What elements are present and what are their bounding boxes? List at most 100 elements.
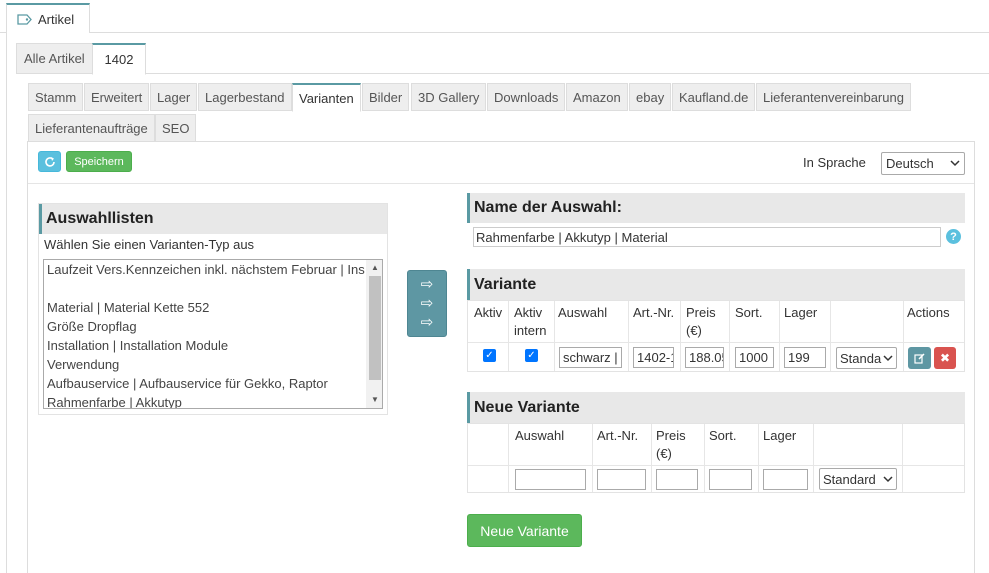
list-item[interactable]: Material | Material Kette 552 — [44, 298, 366, 317]
new-lager-input[interactable] — [763, 469, 808, 490]
column-header-auswahl: Auswahl — [558, 305, 608, 320]
variante-table: Aktiv Aktiv intern Auswahl Art.-Nr. Prei… — [467, 300, 965, 372]
tab-1402[interactable]: 1402 — [92, 43, 146, 75]
aktiv-checkbox[interactable]: ✓ — [483, 349, 496, 362]
tab-label: Downloads — [494, 89, 559, 105]
tab-label: ebay — [636, 89, 665, 105]
column-header-auswahl: Auswahl — [515, 428, 565, 443]
lager-input[interactable]: 199 — [784, 347, 826, 368]
tab-label: Varianten — [299, 90, 354, 106]
column-header-lager: Lager — [784, 305, 818, 320]
refresh-icon — [44, 156, 55, 167]
add-variant-button[interactable]: Neue Variante — [467, 514, 582, 547]
module-left-border — [6, 32, 7, 573]
list-item[interactable]: Laufzeit Vers.Kennzeichen inkl. nächstem… — [44, 260, 366, 279]
column-header-lager: Lager — [763, 428, 797, 443]
arrow-right-icon: ⇨ — [420, 295, 434, 312]
tab-lager[interactable]: Lager — [150, 83, 198, 111]
listbox-scrollbar[interactable]: ▲ ▼ — [366, 260, 382, 408]
tab-kaufland[interactable]: Kaufland.de — [672, 83, 756, 111]
help-icon[interactable]: ? — [946, 229, 961, 244]
column-header-aktiv-intern-2: intern — [514, 323, 547, 338]
list-item[interactable]: Installation | Installation Module — [44, 336, 366, 355]
refresh-button[interactable] — [38, 151, 61, 172]
tab-stamm[interactable]: Stamm — [28, 83, 84, 111]
close-icon: ✖ — [939, 351, 951, 365]
column-header-preis-1: Preis — [686, 305, 716, 320]
column-header-aktiv: Aktiv — [474, 305, 503, 320]
auswahllisten-subtitle: Wählen Sie einen Varianten-Typ aus — [44, 237, 255, 252]
tab-3d-gallery[interactable]: 3D Gallery — [411, 83, 487, 111]
tab-lagerbestand[interactable]: Lagerbestand — [198, 83, 292, 111]
tab-label: 3D Gallery — [418, 89, 480, 105]
tab-label: Alle Artikel — [24, 51, 85, 66]
tab-amazon[interactable]: Amazon — [566, 83, 628, 111]
tab-alle-artikel[interactable]: Alle Artikel — [16, 43, 93, 74]
list-item[interactable]: Größe Dropflag — [44, 317, 366, 336]
new-sort-input[interactable] — [709, 469, 752, 490]
list-item[interactable]: Verwendung — [44, 355, 366, 374]
preis-input[interactable]: 188.05 — [685, 347, 724, 368]
neue-variante-table: Auswahl Art.-Nr. Preis (€) Sort. Lager S… — [467, 423, 965, 493]
list-item[interactable] — [44, 279, 366, 298]
selection-name-input[interactable]: Rahmenfarbe | Akkutyp | Material — [473, 227, 941, 247]
tab-label: Kaufland.de — [679, 89, 749, 105]
column-header-aktiv-intern-1: Aktiv — [514, 305, 543, 320]
edit-button[interactable] — [908, 347, 931, 369]
list-item[interactable]: Aufbauservice | Aufbauservice für Gekko,… — [44, 374, 366, 393]
chevron-down-icon — [883, 475, 893, 482]
column-header-actions: Actions — [907, 305, 950, 320]
tab-label: Amazon — [573, 89, 621, 105]
tab-lieferantenauftraege[interactable]: Lieferantenaufträge — [28, 114, 155, 142]
tab-label: SEO — [162, 120, 190, 136]
aktiv-intern-checkbox[interactable]: ✓ — [525, 349, 538, 362]
scroll-up-icon[interactable]: ▲ — [369, 262, 381, 274]
artnr-input[interactable]: 1402-1 — [633, 347, 674, 368]
variant-type-listbox[interactable]: Laufzeit Vers.Kennzeichen inkl. nächstem… — [43, 259, 383, 409]
scroll-down-icon[interactable]: ▼ — [369, 394, 381, 406]
tab-ebay[interactable]: ebay — [629, 83, 672, 111]
list-item[interactable]: Rahmenfarbe | Akkutyp — [44, 393, 366, 408]
new-artnr-input[interactable] — [597, 469, 646, 490]
name-section-title: Name der Auswahl: — [467, 193, 965, 223]
tab-varianten[interactable]: Varianten — [292, 83, 361, 112]
toolbar-divider — [28, 183, 974, 184]
transfer-button[interactable]: ⇨ ⇨ ⇨ — [407, 270, 447, 337]
tab-erweitert[interactable]: Erweitert — [84, 83, 150, 111]
variant-type-select[interactable]: Standard — [836, 347, 897, 369]
edit-icon — [914, 352, 925, 364]
module-tab-divider — [0, 32, 989, 33]
tab-label: 1402 — [104, 52, 134, 67]
tab-label: Lager — [157, 89, 191, 105]
tab-label: Bilder — [369, 89, 403, 105]
select-value: Standard — [840, 350, 882, 366]
select-value: Standard — [823, 471, 876, 487]
tab-label: Stamm — [35, 89, 77, 105]
tab-seo[interactable]: SEO — [155, 114, 197, 142]
sort-input[interactable]: 1000 — [735, 347, 774, 368]
tab-label: Lagerbestand — [205, 89, 285, 105]
arrow-right-icon: ⇨ — [420, 314, 434, 331]
tab-label: Lieferantenaufträge — [35, 120, 148, 136]
new-auswahl-input[interactable] — [515, 469, 586, 490]
tab-downloads[interactable]: Downloads — [487, 83, 566, 111]
column-header-artnr: Art.-Nr. — [597, 428, 639, 443]
new-variant-type-select[interactable]: Standard — [819, 468, 897, 490]
language-select[interactable]: Deutsch — [881, 152, 965, 175]
tag-icon — [17, 13, 32, 25]
auswahl-input[interactable]: schwarz | Ba — [559, 347, 622, 368]
tab-lieferantenvereinbarung[interactable]: Lieferantenvereinbarung — [756, 83, 911, 111]
delete-button[interactable]: ✖ — [934, 347, 956, 369]
module-tab-artikel[interactable]: Artikel — [6, 3, 90, 33]
chevron-down-icon — [950, 160, 960, 167]
column-header-preis-1: Preis — [656, 428, 686, 443]
scroll-thumb[interactable] — [369, 276, 381, 380]
tab-label: Lieferantenvereinbarung — [763, 89, 904, 105]
new-preis-input[interactable] — [656, 469, 698, 490]
tab-bilder[interactable]: Bilder — [362, 83, 410, 111]
chevron-down-icon — [883, 354, 893, 361]
auswahllisten-title: Auswahllisten — [39, 204, 387, 234]
save-button[interactable]: Speichern — [66, 151, 132, 172]
tab-label: Erweitert — [91, 89, 143, 105]
column-header-sort: Sort. — [709, 428, 737, 443]
